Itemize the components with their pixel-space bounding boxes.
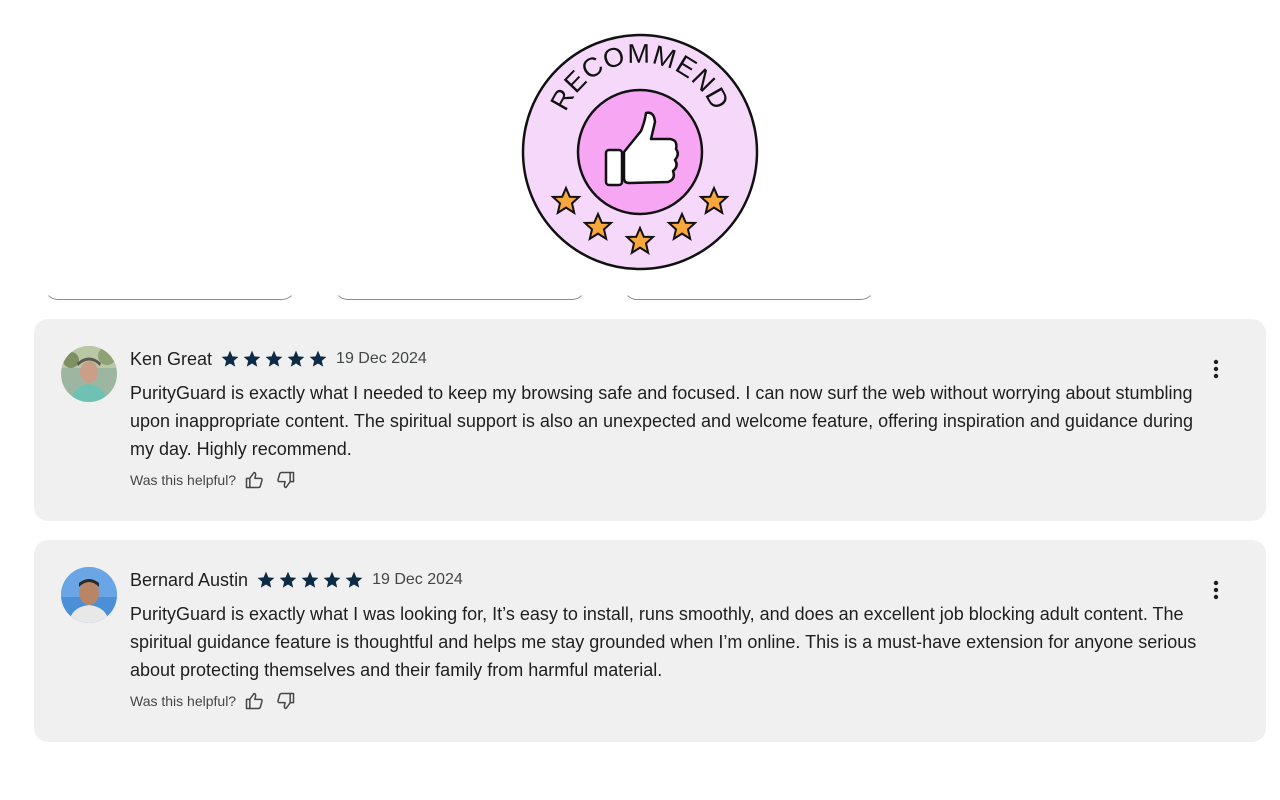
review-header: Ken Great 19 Dec 2024 — [130, 347, 427, 371]
thumbs-down-icon[interactable] — [276, 470, 296, 490]
recommend-badge: RECOMMEND — [521, 33, 759, 271]
more-options-icon[interactable] — [1204, 357, 1228, 381]
filter-chip-stub-2[interactable] — [334, 286, 586, 300]
more-options-icon[interactable] — [1204, 578, 1228, 602]
star-icon — [309, 350, 327, 367]
review-card: Ken Great 19 Dec 2024 PurityGuard is exa… — [34, 319, 1266, 521]
review-card: Bernard Austin 19 Dec 2024 PurityGuard i… — [34, 540, 1266, 742]
reviews-page: RECOMMEND Ken Great 19 Dec 2024 PurityGu… — [0, 0, 1280, 800]
review-text: PurityGuard is exactly what I needed to … — [130, 383, 1194, 459]
star-icon — [221, 350, 239, 367]
review-text: PurityGuard is exactly what I was lookin… — [130, 604, 1197, 680]
filter-chip-stub-1[interactable] — [44, 286, 296, 300]
avatar — [61, 567, 117, 623]
star-icon — [287, 350, 305, 367]
helpful-label: Was this helpful? — [130, 693, 237, 709]
star-icon — [279, 571, 297, 588]
star-icon — [243, 350, 261, 367]
star-rating — [220, 349, 330, 369]
helpful-row: Was this helpful? — [130, 690, 308, 712]
helpful-row: Was this helpful? — [130, 469, 308, 491]
thumbs-up-icon[interactable] — [244, 470, 264, 490]
avatar — [61, 346, 117, 402]
star-rating — [256, 570, 366, 590]
thumbs-down-icon[interactable] — [276, 691, 296, 711]
star-icon — [265, 350, 283, 367]
review-date: 19 Dec 2024 — [372, 571, 463, 588]
star-icon — [345, 571, 363, 588]
helpful-label: Was this helpful? — [130, 472, 237, 488]
review-date: 19 Dec 2024 — [336, 350, 427, 367]
filter-chip-stub-3[interactable] — [623, 286, 875, 300]
reviewer-name: Bernard Austin — [130, 569, 249, 590]
reviewer-name: Ken Great — [130, 348, 213, 369]
review-header: Bernard Austin 19 Dec 2024 — [130, 568, 463, 592]
star-icon — [323, 571, 341, 588]
star-icon — [257, 571, 275, 588]
star-icon — [301, 571, 319, 588]
thumbs-up-icon[interactable] — [244, 691, 264, 711]
